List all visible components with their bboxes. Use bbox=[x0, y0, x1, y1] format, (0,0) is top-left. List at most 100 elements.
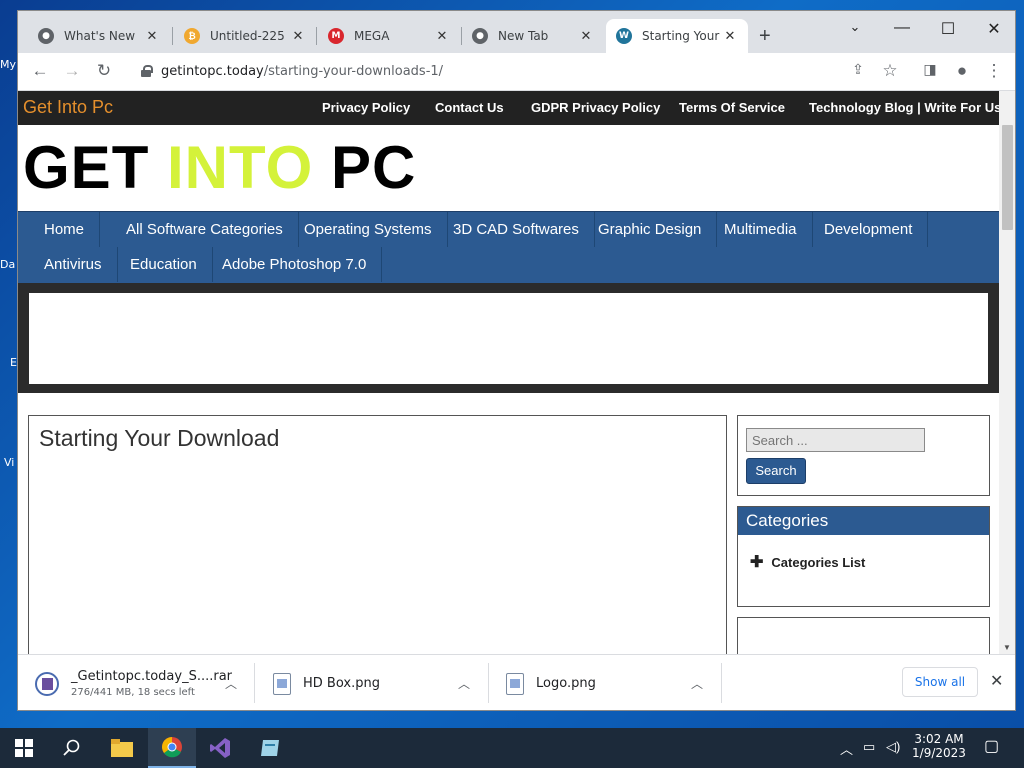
download-item-rar[interactable]: _Getintopc.today_S....rar 276/441 MB, 18… bbox=[35, 655, 233, 710]
search-button[interactable]: Search bbox=[746, 458, 806, 484]
bitcoin-icon: ₿ bbox=[184, 28, 200, 44]
tab-strip: ● What's New ✕ ₿ Untitled-225 ✕ M MEGA ✕… bbox=[18, 11, 1015, 53]
search-input[interactable] bbox=[746, 428, 925, 452]
contact-us-link[interactable]: Contact Us bbox=[435, 100, 504, 115]
download-bar: _Getintopc.today_S....rar 276/441 MB, 18… bbox=[18, 654, 1015, 710]
chevron-up-icon[interactable]: ︿ bbox=[458, 675, 470, 692]
menu-kebab-icon[interactable]: ⋮ bbox=[982, 61, 1006, 81]
browser-toolbar: ← → ↻ getintopc.today/starting-your-down… bbox=[18, 53, 1015, 91]
nav-3d-cad[interactable]: 3D CAD Softwares bbox=[438, 212, 595, 247]
network-icon[interactable]: ▭ bbox=[863, 739, 875, 755]
browser-window: ● What's New ✕ ₿ Untitled-225 ✕ M MEGA ✕… bbox=[17, 10, 1016, 711]
reload-icon[interactable]: ↻ bbox=[92, 61, 116, 81]
volume-icon[interactable]: ◁) bbox=[886, 739, 900, 755]
desktop-icon-label[interactable]: My bbox=[0, 58, 16, 71]
minimize-button[interactable]: — bbox=[879, 19, 925, 37]
site-logo[interactable]: GET INTO PC bbox=[23, 133, 416, 203]
gdpr-link[interactable]: GDPR Privacy Policy bbox=[531, 100, 660, 115]
download-item-logo[interactable]: Logo.png bbox=[506, 655, 596, 710]
scroll-down-icon[interactable]: ▼ bbox=[1003, 643, 1011, 652]
close-icon[interactable]: ✕ bbox=[434, 29, 450, 44]
maximize-button[interactable]: ☐ bbox=[925, 19, 971, 39]
nav-education[interactable]: Education bbox=[115, 247, 213, 282]
page-viewport: Get Into Pc Privacy Policy Contact Us GD… bbox=[18, 91, 999, 654]
page-title: Starting Your Download bbox=[39, 425, 280, 451]
nav-operating-systems[interactable]: Operating Systems bbox=[289, 212, 448, 247]
taskbar: ︿ ▭ ◁) 3:02 AM 1/9/2023 ▢ bbox=[0, 728, 1024, 768]
download-item-hd-box[interactable]: HD Box.png bbox=[273, 655, 380, 710]
privacy-policy-link[interactable]: Privacy Policy bbox=[322, 100, 410, 115]
desktop-icon-label[interactable]: E bbox=[10, 356, 17, 369]
close-icon[interactable]: ✕ bbox=[578, 29, 594, 44]
tab-title: Untitled-225 bbox=[210, 29, 285, 43]
show-all-button[interactable]: Show all bbox=[902, 667, 978, 697]
ad-banner-area bbox=[18, 283, 999, 393]
desktop-icon-label[interactable]: Vi bbox=[4, 456, 14, 469]
close-icon[interactable]: ✕ bbox=[722, 29, 738, 44]
chrome-taskbar-icon[interactable] bbox=[148, 728, 196, 768]
main-content: Starting Your Download bbox=[28, 415, 727, 654]
forward-icon[interactable]: → bbox=[60, 61, 84, 81]
download-filename: _Getintopc.today_S....rar bbox=[71, 669, 233, 684]
tab-whats-new[interactable]: ● What's New ✕ bbox=[28, 19, 170, 53]
tab-title: What's New bbox=[64, 29, 136, 43]
start-button[interactable] bbox=[0, 728, 48, 768]
nav-home[interactable]: Home bbox=[29, 212, 101, 247]
address-bar[interactable]: getintopc.today/starting-your-downloads-… bbox=[128, 57, 908, 87]
tab-starting-download[interactable]: W Starting Your D ✕ bbox=[606, 19, 748, 53]
tab-title: Starting Your D bbox=[642, 29, 722, 43]
close-icon[interactable]: ✕ bbox=[990, 671, 1003, 691]
categories-widget: Categories ✚ Categories List bbox=[737, 506, 990, 607]
rar-file-icon bbox=[35, 671, 59, 696]
site-name-link[interactable]: Get Into Pc bbox=[23, 97, 113, 118]
terms-link[interactable]: Terms Of Service bbox=[679, 100, 785, 115]
page-scrollbar[interactable]: ▼ bbox=[999, 91, 1015, 654]
categories-heading: Categories bbox=[738, 507, 989, 535]
image-file-icon bbox=[273, 672, 291, 695]
chrome-icon: ● bbox=[38, 28, 54, 44]
nav-graphic-design[interactable]: Graphic Design bbox=[583, 212, 718, 247]
side-panel-icon[interactable]: ◨ bbox=[918, 61, 942, 78]
categories-list-item[interactable]: ✚ Categories List bbox=[750, 552, 865, 572]
file-explorer-icon[interactable] bbox=[98, 728, 146, 768]
image-file-icon bbox=[506, 672, 524, 695]
app-icon[interactable] bbox=[246, 728, 294, 768]
chevron-up-icon[interactable]: ︿ bbox=[225, 675, 237, 692]
profile-avatar-icon[interactable]: ● bbox=[950, 61, 974, 81]
chevron-up-icon[interactable]: ︿ bbox=[691, 675, 703, 692]
nav-multimedia[interactable]: Multimedia bbox=[709, 212, 813, 247]
close-icon[interactable]: ✕ bbox=[144, 29, 160, 44]
search-widget: Search bbox=[737, 415, 990, 496]
desktop-icon-label[interactable]: Da bbox=[0, 258, 15, 271]
nav-all-software[interactable]: All Software Categories bbox=[111, 212, 299, 247]
taskbar-clock[interactable]: 3:02 AM 1/9/2023 bbox=[908, 732, 970, 760]
lock-icon[interactable] bbox=[141, 65, 153, 77]
close-icon[interactable]: ✕ bbox=[290, 29, 306, 44]
visual-studio-icon[interactable] bbox=[196, 728, 244, 768]
wordpress-icon: W bbox=[616, 28, 632, 44]
notification-icon[interactable]: ▢ bbox=[984, 736, 999, 756]
tab-mega[interactable]: M MEGA ✕ bbox=[318, 19, 460, 53]
nav-antivirus[interactable]: Antivirus bbox=[29, 247, 118, 282]
close-window-button[interactable]: ✕ bbox=[971, 19, 1015, 39]
chrome-icon: ● bbox=[472, 28, 488, 44]
bookmark-star-icon[interactable]: ☆ bbox=[878, 61, 902, 81]
mega-icon: M bbox=[328, 28, 344, 44]
write-for-us-link[interactable]: Technology Blog | Write For Us bbox=[809, 100, 999, 115]
share-icon[interactable]: ⇪ bbox=[846, 61, 870, 78]
download-filename: Logo.png bbox=[536, 676, 596, 691]
nav-photoshop[interactable]: Adobe Photoshop 7.0 bbox=[207, 247, 383, 282]
site-top-bar: Get Into Pc Privacy Policy Contact Us GD… bbox=[18, 91, 999, 125]
tab-search-icon[interactable]: ⌄ bbox=[832, 19, 878, 35]
main-nav: Home All Software Categories Operating S… bbox=[18, 211, 999, 283]
tab-untitled[interactable]: ₿ Untitled-225 ✕ bbox=[174, 19, 316, 53]
new-tab-button[interactable]: + bbox=[759, 25, 771, 48]
chevron-up-icon[interactable]: ︿ bbox=[840, 739, 853, 758]
download-status: 276/441 MB, 18 secs left bbox=[71, 687, 195, 698]
tab-title: New Tab bbox=[498, 29, 549, 43]
back-icon[interactable]: ← bbox=[28, 61, 52, 81]
search-icon[interactable] bbox=[48, 728, 96, 768]
tab-new-tab[interactable]: ● New Tab ✕ bbox=[462, 19, 604, 53]
scroll-thumb[interactable] bbox=[1002, 125, 1013, 230]
nav-development[interactable]: Development bbox=[809, 212, 929, 247]
